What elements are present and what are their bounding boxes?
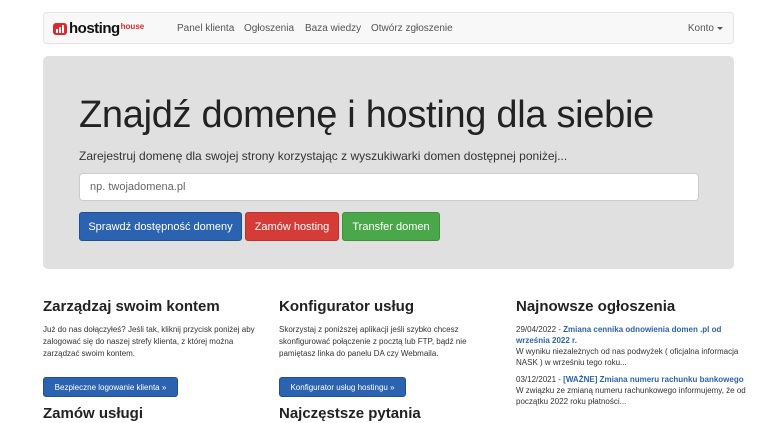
logo-bars-icon (53, 23, 67, 35)
check-domain-button[interactable]: Sprawdź dostępność domeny (79, 212, 242, 241)
account-column: Zarządzaj swoim kontem Już do nas dołącz… (43, 298, 263, 360)
account-label: Konto (687, 23, 714, 34)
news-date: 29/04/2022 (516, 325, 557, 334)
news-column: Najnowsze ogłoszenia 29/04/2022 - Zmiana… (516, 298, 746, 407)
news-body: W związku ze zmianą numeru rachunkowego … (516, 386, 746, 406)
faq-title: Najczęstsze pytania (279, 405, 421, 422)
configurator-column-title: Konfigurator usług (279, 298, 414, 315)
news-date: 03/12/2021 (516, 375, 557, 384)
news-link[interactable]: [WAŻNE] Zmiana numeru rachunku bankowego (563, 375, 743, 384)
news-body: W wyniku niezależnych od nas podwyżek ( … (516, 347, 739, 367)
caret-down-icon (717, 26, 723, 30)
nav-baza-wiedzy[interactable]: Baza wiedzy (305, 23, 361, 34)
domain-search-input[interactable] (79, 173, 699, 201)
hero-jumbotron: Znajdź domenę i hosting dla siebie Zarej… (43, 56, 734, 269)
nav-panel-klienta[interactable]: Panel klienta (177, 23, 234, 34)
client-login-button[interactable]: Bezpieczne logowanie klienta » (43, 377, 178, 397)
news-item: 29/04/2022 - Zmiana cennika odnowienia d… (516, 324, 746, 368)
news-item: 03/12/2021 - [WAŻNE] Zmiana numeru rachu… (516, 374, 746, 407)
order-hosting-button[interactable]: Zamów hosting (245, 212, 339, 241)
brand-name: hosting (69, 20, 120, 37)
brand-logo[interactable]: hosting house (53, 21, 144, 37)
configurator-button[interactable]: Konfigurator usług hostingu » (279, 377, 406, 397)
transfer-domain-button[interactable]: Transfer domen (342, 212, 440, 241)
configurator-column-text: Skorzystaj z poniższej aplikacji jeśli s… (279, 325, 467, 358)
hero-title: Znajdź domenę i hosting dla siebie (79, 94, 654, 136)
news-list: 29/04/2022 - Zmiana cennika odnowienia d… (516, 324, 746, 407)
news-column-title: Najnowsze ogłoszenia (516, 298, 676, 315)
nav-otworz-zgloszenie[interactable]: Otwórz zgłoszenie (371, 23, 453, 34)
account-column-text: Już do nas dołączyłeś? Jeśli tak, klikni… (43, 325, 255, 358)
account-column-title: Zarządzaj swoim kontem (43, 298, 220, 315)
top-navbar: hosting house Panel klienta Ogłoszenia B… (43, 12, 734, 44)
hero-subtitle: Zarejestruj domenę dla swojej strony kor… (79, 149, 568, 163)
brand-sub: house (120, 21, 145, 31)
configurator-column: Konfigurator usług Skorzystaj z poniższe… (279, 298, 484, 360)
nav-account-dropdown[interactable]: Konto (688, 23, 723, 34)
order-services-title: Zamów usługi (43, 405, 144, 422)
nav-ogloszenia[interactable]: Ogłoszenia (244, 23, 294, 34)
